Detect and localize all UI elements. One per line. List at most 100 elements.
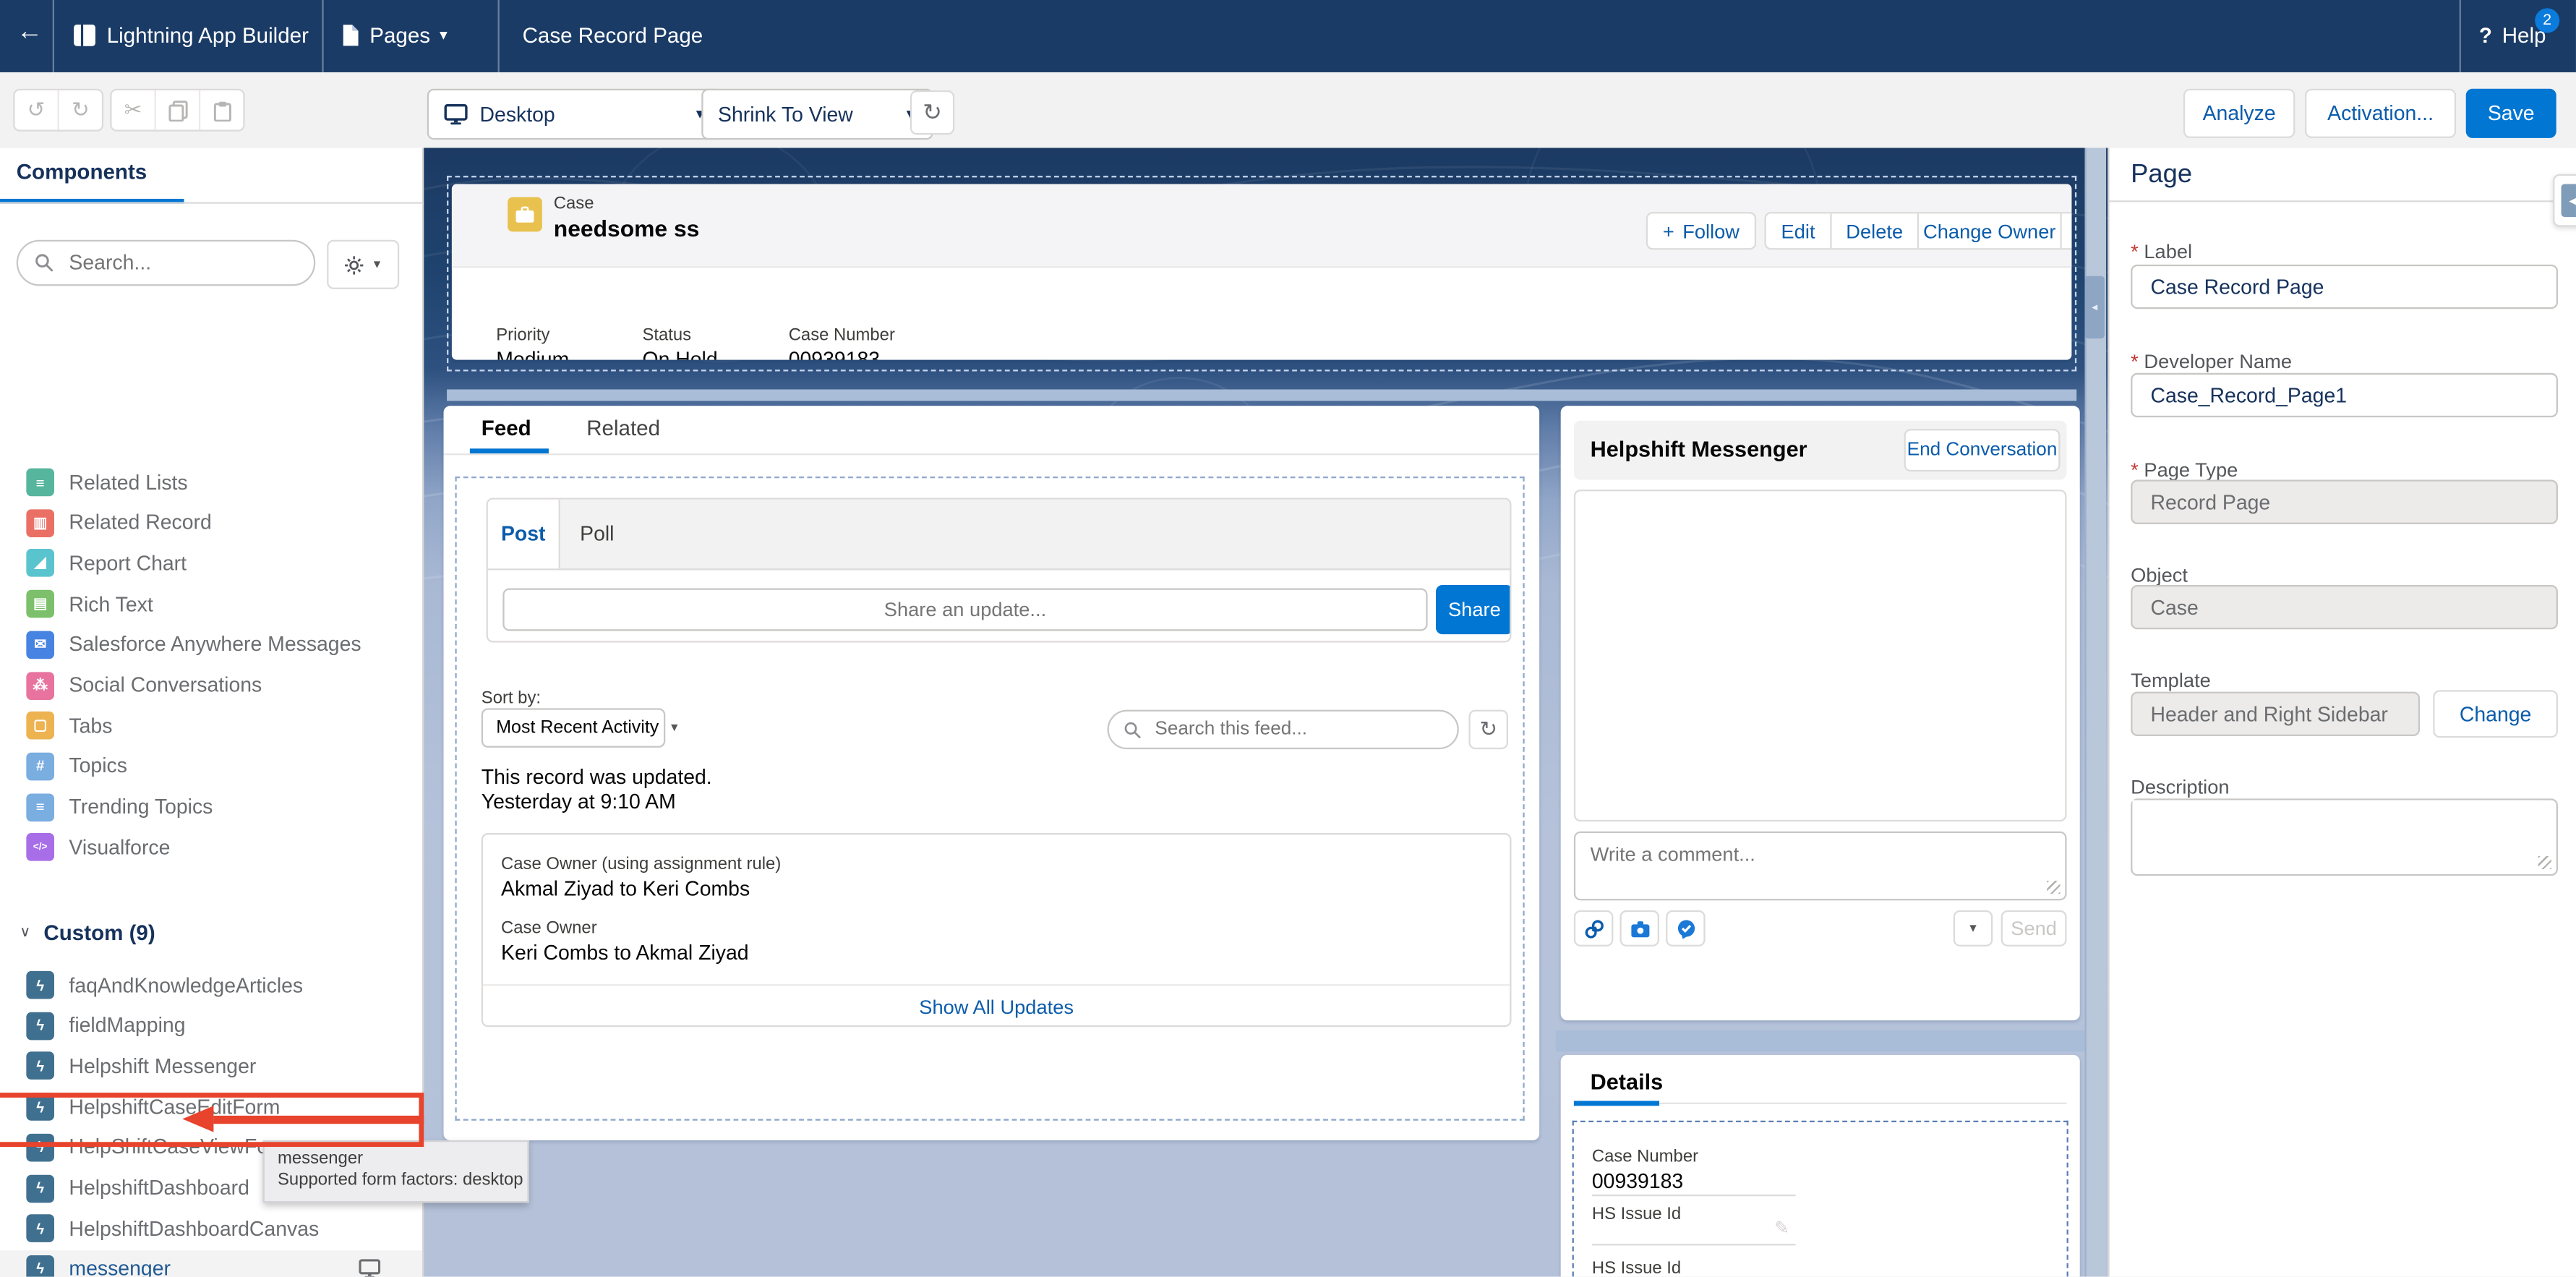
divider bbox=[2460, 0, 2461, 72]
label-field-input[interactable] bbox=[2131, 265, 2558, 309]
feed-refresh-button[interactable]: ↻ bbox=[1468, 710, 1508, 750]
collapse-panel-button[interactable]: ◂ bbox=[2553, 174, 2576, 227]
share-update-input[interactable] bbox=[502, 588, 1427, 631]
component-search[interactable] bbox=[17, 240, 316, 286]
custom-component-icon: ϟ bbox=[26, 1133, 54, 1161]
edit-pencil-icon[interactable]: ✎ bbox=[1774, 1218, 1789, 1239]
feed-item-card: Case Owner (using assignment rule) Akmal… bbox=[482, 833, 1512, 1027]
attach-link-button[interactable] bbox=[1574, 910, 1614, 947]
sidebar-item[interactable]: ▢Tabs bbox=[0, 707, 422, 745]
custom-component-icon: ϟ bbox=[26, 1093, 54, 1121]
quick-text-button[interactable] bbox=[1666, 910, 1706, 947]
region-drag-strip bbox=[447, 390, 2076, 401]
divider bbox=[498, 0, 500, 72]
sidebar-item[interactable]: ϟHelpshiftDashboardCanvas bbox=[0, 1210, 422, 1247]
chat-check-icon bbox=[1675, 918, 1697, 939]
sidebar-item[interactable]: ▥Related Record bbox=[0, 504, 422, 542]
sidebar-item[interactable]: ϟfaqAndKnowledgeArticles bbox=[0, 966, 422, 1004]
description-input[interactable] bbox=[2132, 800, 2541, 866]
tab-post[interactable]: Post bbox=[488, 500, 560, 568]
divider bbox=[322, 0, 323, 72]
custom-component-icon: ϟ bbox=[26, 971, 54, 999]
save-button[interactable]: Save bbox=[2466, 89, 2556, 138]
app-window: ← Lightning App Builder Pages ▼ Case Rec… bbox=[0, 0, 2576, 1277]
device-selector[interactable]: Desktop ▼ bbox=[427, 89, 723, 140]
help-badge: 2 bbox=[2535, 8, 2559, 33]
search-icon bbox=[35, 253, 54, 273]
related-record-icon: ▥ bbox=[26, 509, 54, 537]
description-field[interactable] bbox=[2131, 798, 2558, 876]
sidebar-item[interactable]: ◢Report Chart bbox=[0, 544, 422, 582]
back-button[interactable]: ← bbox=[17, 18, 43, 48]
change-value: Keri Combs to Akmal Ziyad bbox=[501, 941, 749, 965]
edit-button[interactable]: Edit bbox=[1766, 213, 1832, 248]
show-all-updates-link[interactable]: Show All Updates bbox=[483, 996, 1510, 1019]
details-component-region[interactable]: Case Number 00939183 HS Issue Id ✎ HS Is… bbox=[1572, 1121, 2068, 1277]
feed-search[interactable] bbox=[1108, 710, 1459, 750]
sidebar-item[interactable]: ϟfieldMapping bbox=[0, 1007, 422, 1044]
rich-text-icon: ▤ bbox=[26, 590, 54, 618]
custom-component-icon: ϟ bbox=[26, 1052, 54, 1080]
canvas-scrollbar-thumb[interactable]: ◂ bbox=[2085, 276, 2105, 338]
sidebar-item[interactable]: #Topics bbox=[0, 748, 422, 785]
send-options-caret[interactable]: ▼ bbox=[1954, 910, 1993, 947]
redo-button[interactable]: ↻ bbox=[59, 90, 102, 130]
custom-component-icon: ϟ bbox=[26, 1012, 54, 1040]
sidebar-item[interactable]: ✉Salesforce Anywhere Messages bbox=[0, 625, 422, 663]
tab-feed[interactable]: Feed bbox=[482, 416, 531, 440]
end-conversation-button[interactable]: End Conversation bbox=[1904, 429, 2061, 471]
cut-icon[interactable]: ✂ bbox=[112, 90, 156, 130]
feed-card: Feed Related Post Poll Share Sort by: Mo… bbox=[444, 406, 1540, 1140]
refresh-button[interactable]: ↻ bbox=[910, 90, 954, 134]
follow-button[interactable]: +Follow bbox=[1646, 212, 1756, 249]
analyze-button[interactable]: Analyze bbox=[2183, 89, 2295, 138]
custom-section-header[interactable]: ∨ Custom (9) bbox=[0, 913, 422, 949]
divider bbox=[1592, 1195, 1796, 1196]
sort-selector[interactable]: Most Recent Activity ▼ bbox=[482, 708, 665, 748]
comment-box[interactable] bbox=[1574, 832, 2067, 900]
send-button[interactable]: Send bbox=[2001, 910, 2067, 947]
pages-menu[interactable]: Pages bbox=[369, 23, 430, 48]
tab-details[interactable]: Details bbox=[1591, 1069, 1664, 1094]
sidebar-item[interactable]: ϟHelpshift Messenger bbox=[0, 1047, 422, 1085]
tabs-icon: ▢ bbox=[26, 712, 54, 740]
tab-related[interactable]: Related bbox=[586, 416, 660, 440]
developer-name-input[interactable] bbox=[2131, 373, 2558, 417]
change-template-button[interactable]: Change bbox=[2433, 690, 2558, 738]
gear-icon bbox=[343, 254, 365, 276]
sidebar-item[interactable]: ϟHelpshiftCaseEditForm bbox=[0, 1088, 422, 1125]
tab-poll[interactable]: Poll bbox=[580, 523, 614, 546]
messenger-card: Helpshift Messenger End Conversation bbox=[1561, 406, 2080, 1020]
copy-icon[interactable] bbox=[156, 90, 200, 130]
undo-button[interactable]: ↺ bbox=[14, 90, 59, 130]
more-actions-caret[interactable]: ▼ bbox=[2062, 213, 2072, 248]
sidebar-item[interactable]: ▤Rich Text bbox=[0, 585, 422, 623]
anywhere-messages-icon: ✉ bbox=[26, 631, 54, 659]
details-card: Details Case Number 00939183 HS Issue Id… bbox=[1561, 1055, 2080, 1277]
sidebar-item[interactable]: </>Visualforce bbox=[0, 829, 422, 866]
messenger-title: Helpshift Messenger bbox=[1591, 437, 1807, 461]
change-label: Case Owner (using assignment rule) bbox=[501, 855, 781, 874]
sidebar-item[interactable]: ≡Related Lists bbox=[0, 464, 422, 501]
sidebar-item[interactable]: ⁂Social Conversations bbox=[0, 666, 422, 704]
sidebar-item-messenger[interactable]: ϟ messenger bbox=[0, 1250, 422, 1277]
share-button[interactable]: Share bbox=[1436, 585, 1512, 634]
change-owner-button[interactable]: Change Owner bbox=[1919, 213, 2062, 248]
resize-handle[interactable] bbox=[2538, 856, 2551, 869]
sidebar-item[interactable]: ≡Trending Topics bbox=[0, 788, 422, 826]
pages-caret-icon[interactable]: ▼ bbox=[437, 28, 450, 43]
component-tooltip: messenger Supported form factors: deskto… bbox=[263, 1140, 529, 1203]
attach-photo-button[interactable] bbox=[1619, 910, 1659, 947]
comment-input[interactable] bbox=[1575, 833, 2075, 899]
case-object-icon bbox=[508, 197, 542, 232]
activation-button[interactable]: Activation... bbox=[2305, 89, 2456, 138]
feed-search-input[interactable] bbox=[1152, 718, 1442, 741]
resize-handle[interactable] bbox=[2047, 881, 2060, 894]
delete-button[interactable]: Delete bbox=[1832, 213, 1919, 248]
view-mode-selector[interactable]: Shrink To View ▼ bbox=[701, 89, 933, 140]
settings-gear-button[interactable]: ▼ bbox=[327, 240, 399, 289]
paste-icon[interactable] bbox=[200, 90, 243, 130]
components-tab[interactable]: Components bbox=[17, 159, 147, 184]
search-input[interactable] bbox=[66, 249, 297, 276]
help-icon[interactable]: ? bbox=[2479, 23, 2492, 48]
